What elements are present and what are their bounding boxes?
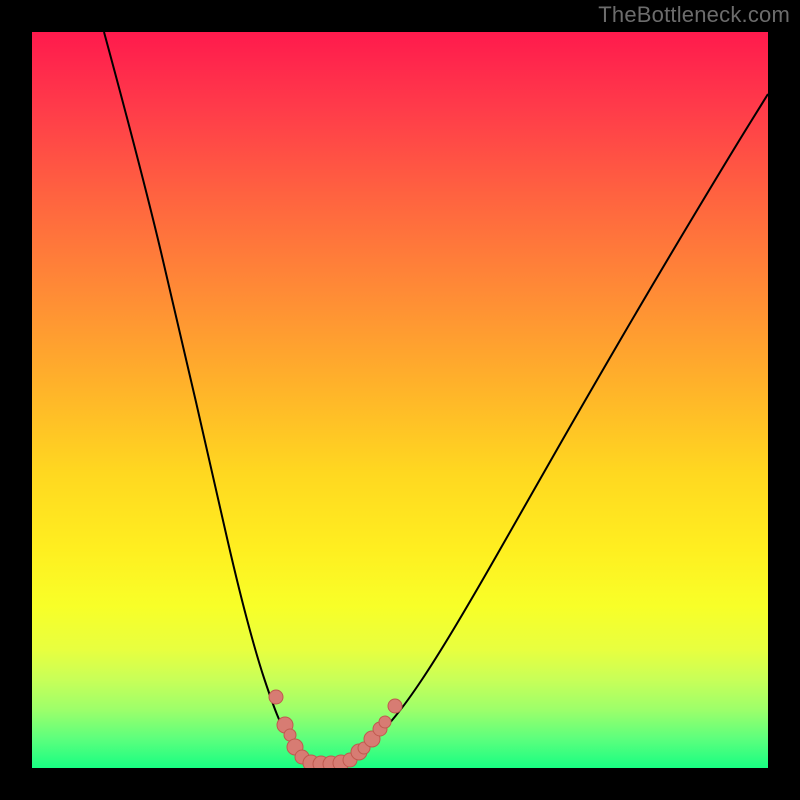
chart-frame: TheBottleneck.com	[0, 0, 800, 800]
watermark-text: TheBottleneck.com	[598, 2, 790, 28]
data-marker	[388, 699, 402, 713]
data-marker	[379, 716, 391, 728]
plot-area	[32, 32, 768, 768]
marker-layer	[32, 32, 768, 768]
data-marker	[269, 690, 283, 704]
